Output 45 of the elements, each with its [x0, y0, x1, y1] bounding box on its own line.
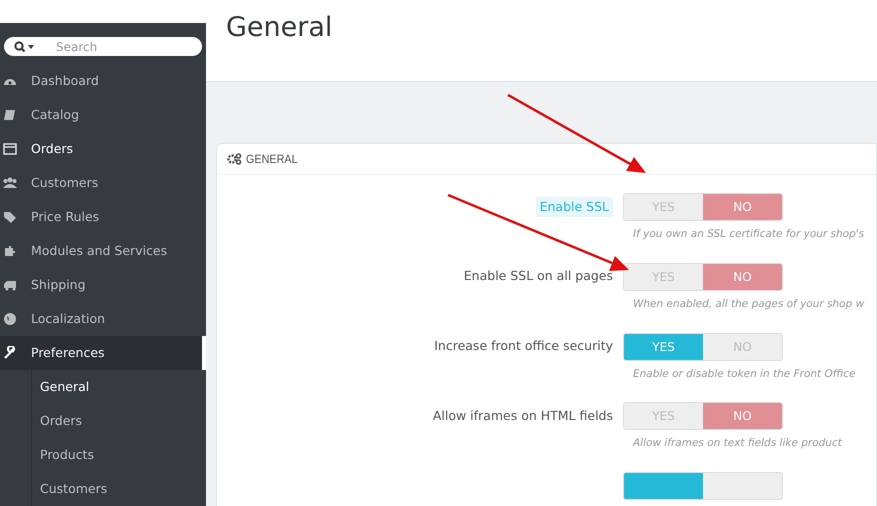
- panel-title: GENERAL: [246, 151, 298, 168]
- sidebar-item[interactable]: Modules and Services: [0, 234, 206, 268]
- wrench-icon: [3, 346, 17, 360]
- sidebar-item-label: Customers: [31, 174, 98, 192]
- sidebar-item[interactable]: Dashboard: [0, 64, 206, 98]
- sidebar-item[interactable]: Preferences: [0, 336, 206, 370]
- globe-icon: [3, 312, 17, 326]
- search-icon: [14, 40, 36, 52]
- help-text: When enabled, all the pages of your shop w: [633, 296, 866, 312]
- gears-icon: [227, 153, 242, 165]
- sidebar-item-label: Orders: [31, 140, 74, 158]
- sidebar-item[interactable]: Customers: [0, 166, 206, 200]
- page-title: General: [226, 11, 332, 45]
- help-text: If you own an SSL certificate for your shop's: [633, 227, 866, 242]
- sidebar-item[interactable]: Shipping: [0, 268, 206, 302]
- submenu-item[interactable]: General: [32, 370, 206, 404]
- sidebar-item[interactable]: Localization: [0, 302, 206, 336]
- search-input[interactable]: Search: [56, 38, 176, 56]
- book-icon: [3, 108, 17, 122]
- setting-label: Enable SSL: [536, 196, 613, 218]
- sidebar-item[interactable]: Price Rules: [0, 200, 206, 234]
- sidebar-item-label: Dashboard: [31, 72, 99, 90]
- sidebar-item[interactable]: Orders: [0, 132, 206, 166]
- sidebar-item[interactable]: Catalog: [0, 98, 206, 132]
- credit-card-icon: [3, 142, 17, 156]
- submenu-item[interactable]: Products: [32, 438, 206, 472]
- tag-icon: [3, 210, 17, 224]
- help-text: Allow iframes on text fields like product: [633, 436, 844, 452]
- setting-label: Enable SSL on all pages: [464, 267, 613, 286]
- search-field[interactable]: Search: [4, 37, 202, 56]
- puzzle-icon: [3, 244, 17, 258]
- sidebar-item-label: Preferences: [31, 344, 105, 362]
- setting-label: Increase front office security: [434, 337, 613, 356]
- sidebar-item-label: Catalog: [31, 106, 80, 124]
- submenu-item[interactable]: Orders: [32, 404, 206, 438]
- sidebar-item-label: Localization: [31, 310, 106, 328]
- users-icon: [3, 176, 17, 190]
- sidebar-item-label: Modules and Services: [31, 242, 168, 260]
- sidebar-item-label: Price Rules: [31, 208, 100, 226]
- help-text: Enable or disable token in the Front Office: [633, 366, 856, 382]
- sidebar-item-label: Shipping: [31, 276, 86, 294]
- submenu-item[interactable]: Customers: [32, 472, 206, 506]
- setting-label: Allow iframes on HTML fields: [432, 406, 613, 425]
- yes-no-switch[interactable]: [623, 472, 783, 500]
- truck-icon: [3, 278, 17, 292]
